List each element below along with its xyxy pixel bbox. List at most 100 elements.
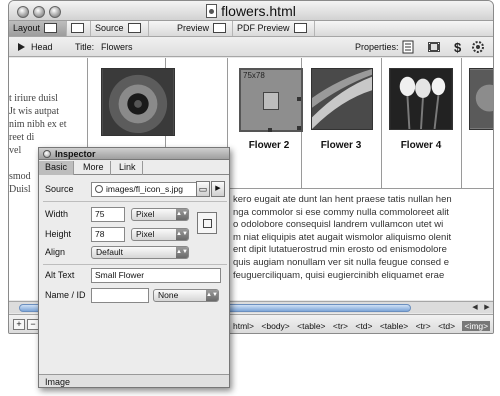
tab-source[interactable]: Source	[91, 21, 149, 36]
constrain-proportions-button[interactable]	[197, 212, 217, 234]
tag-crumb[interactable]: <body>	[261, 321, 289, 331]
tab-link[interactable]: Link	[113, 161, 143, 175]
body-text-line: quis augiam nonullam ver sit nulla feugu…	[233, 256, 449, 268]
width-unit-value: Pixel	[136, 209, 155, 219]
divider	[43, 201, 227, 202]
tab-layout[interactable]: Layout	[9, 21, 67, 36]
flower-image-3[interactable]	[311, 68, 373, 130]
alt-text-field[interactable]: Small Flower	[91, 268, 221, 283]
flower-image-5[interactable]	[469, 68, 493, 130]
disclosure-triangle-icon[interactable]	[18, 43, 25, 51]
name-id-option: None	[158, 290, 179, 300]
tab-preview-label: Preview	[177, 23, 210, 33]
split-view-button[interactable]	[67, 21, 91, 36]
missing-image-icon	[263, 92, 279, 110]
height-label: Height	[45, 229, 72, 239]
gear-icon[interactable]	[471, 40, 485, 54]
caption-flower-3: Flower 3	[320, 140, 362, 151]
flower-image-4[interactable]	[389, 68, 453, 130]
body-text-line: ent dipit lutatuerostrud min erosto od e…	[233, 244, 447, 256]
dropdown-arrow-icon: ▲▼	[176, 209, 188, 220]
play-arrow-icon[interactable]: ▶	[211, 181, 225, 197]
height-unit-value: Pixel	[136, 229, 155, 239]
tab-more[interactable]: More	[77, 161, 111, 175]
document-properties-icon[interactable]	[401, 40, 415, 54]
close-inspector-button[interactable]	[43, 150, 51, 158]
window-title: flowers.html	[9, 3, 493, 19]
selected-tag-crumb[interactable]: <img>	[462, 321, 491, 331]
preview-icon	[213, 23, 227, 33]
align-select[interactable]: Default ▲▼	[91, 246, 189, 259]
tab-source-label: Source	[95, 23, 124, 33]
height-field[interactable]: 78	[91, 227, 125, 242]
title-bar[interactable]: flowers.html	[9, 1, 493, 21]
inspector-title: Inspector	[55, 149, 96, 159]
layout-view-icon	[44, 23, 58, 33]
proportion-square-icon	[203, 219, 212, 228]
body-text-line: o odolobore consequisl landrem vullamcon…	[233, 219, 444, 231]
html-document-icon	[206, 4, 218, 18]
inspector-title-bar[interactable]: Inspector	[39, 148, 229, 160]
split-view-icon	[71, 23, 84, 33]
source-view-icon	[127, 23, 141, 33]
dropdown-arrow-icon: ▲▼	[176, 247, 188, 258]
align-label: Align	[45, 247, 66, 257]
tab-basic[interactable]: Basic	[39, 161, 75, 175]
dropdown-arrow-icon: ▲▼	[206, 290, 218, 301]
scroll-right-arrow-icon[interactable]: ▶	[483, 304, 491, 312]
body-text: kero eugait ate dunt lan hent praese tat…	[233, 194, 493, 282]
inspector-tabs: Basic More Link	[39, 161, 229, 175]
title-value[interactable]: Flowers	[101, 42, 133, 52]
body-text-line: m niat eliquipis atet augait wismolor al…	[233, 231, 452, 243]
width-unit-select[interactable]: Pixel ▲▼	[131, 208, 189, 221]
add-button[interactable]: +	[13, 319, 25, 330]
body-text-line: feuguerciliquam, quisi eugiercinibh eliq…	[233, 269, 445, 281]
view-mode-bar: Layout Source Preview PDF Preview	[9, 21, 493, 37]
svg-text:$: $	[454, 40, 462, 54]
film-icon[interactable]	[427, 40, 441, 54]
file-icon	[95, 185, 103, 193]
dollar-sign-icon[interactable]: $	[451, 40, 465, 54]
screen: flowers.html Layout Source Preview PDF P…	[0, 0, 500, 396]
divider	[43, 264, 227, 265]
align-value: Default	[96, 247, 123, 257]
left-text-line: t iriure duisl	[9, 93, 58, 104]
tag-crumb[interactable]: <tr>	[416, 321, 431, 331]
head-bar: Head Title: Flowers Properties: $	[9, 37, 493, 57]
name-id-label: Name / ID	[45, 290, 86, 300]
tag-crumb[interactable]: <table>	[380, 321, 408, 331]
left-text-line: Jt wis autpat	[9, 106, 59, 117]
tag-crumb[interactable]: <td>	[355, 321, 372, 331]
height-unit-select[interactable]: Pixel ▲▼	[131, 228, 189, 241]
tag-crumb[interactable]: <table>	[297, 321, 325, 331]
pdf-preview-icon	[293, 23, 307, 33]
tag-breadcrumb: html> <body> <table> <tr> <td> <table> <…	[233, 321, 493, 331]
tab-pdf-preview[interactable]: PDF Preview	[233, 21, 315, 36]
tab-layout-label: Layout	[13, 23, 41, 33]
scroll-left-arrow-icon[interactable]: ◀	[471, 304, 479, 312]
resize-handle[interactable]	[268, 128, 272, 132]
tag-crumb[interactable]: <tr>	[333, 321, 348, 331]
dropdown-arrow-icon: ▲▼	[176, 229, 188, 240]
table-cell-border	[461, 58, 462, 188]
width-label: Width	[45, 209, 69, 219]
resize-handle[interactable]	[297, 126, 301, 130]
flower-image-1[interactable]	[101, 68, 175, 136]
selected-image-placeholder[interactable]: 75x78	[239, 68, 303, 132]
tag-crumb[interactable]: html>	[233, 321, 254, 331]
properties-label: Properties:	[355, 42, 399, 52]
name-id-select[interactable]: None ▲▼	[153, 289, 219, 302]
browse-folder-icon[interactable]: ▭	[196, 181, 210, 197]
window-title-text: flowers.html	[221, 3, 296, 19]
alt-text-label: Alt Text	[45, 270, 75, 280]
tag-crumb[interactable]: <td>	[438, 321, 455, 331]
source-field[interactable]: images/fl_icon_s.jpg	[91, 182, 207, 197]
name-id-field[interactable]	[91, 288, 149, 303]
body-text-line: kero eugait ate dunt lan hent praese tat…	[233, 194, 452, 205]
tab-preview[interactable]: Preview	[173, 21, 233, 36]
width-field[interactable]: 75	[91, 207, 125, 222]
source-label: Source	[45, 184, 74, 194]
resize-handle[interactable]	[297, 97, 301, 101]
left-text-line: nim nibh ex et	[9, 119, 67, 130]
left-text-line: reet di	[9, 132, 35, 143]
